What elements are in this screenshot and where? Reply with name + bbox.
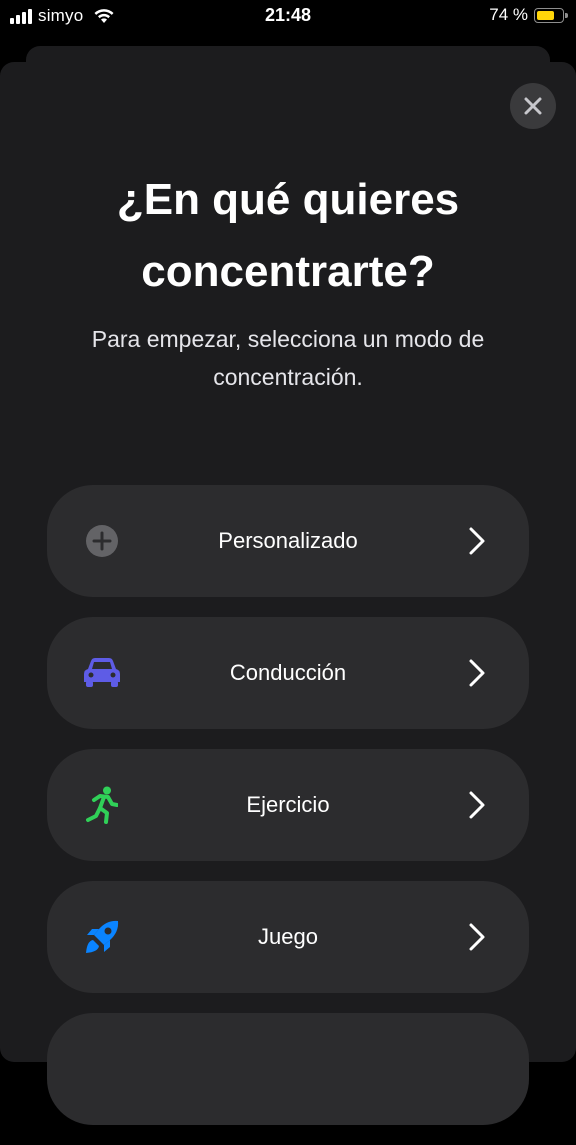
mode-label: Personalizado [218, 528, 358, 553]
chevron-right-icon [469, 659, 485, 687]
battery-percentage: 74 % [489, 5, 528, 24]
mode-label: Conducción [229, 660, 347, 685]
status-right: 74 % [489, 5, 568, 25]
status-bar: simyo 21:48 74 % [0, 0, 576, 34]
chevron-right-icon [469, 527, 485, 555]
subtitle-line-2: concentración. [213, 364, 363, 390]
mode-item-conduccion[interactable]: Conducción [47, 617, 529, 729]
mode-label: Juego [258, 924, 318, 949]
page-subtitle: Para empezar, selecciona un modo de conc… [50, 320, 526, 396]
mode-item-partial[interactable] [47, 1013, 529, 1125]
focus-mode-list: Personalizado Conducción Ejercicio Juego [47, 485, 529, 1145]
mode-item-personalizado[interactable]: Personalizado [47, 485, 529, 597]
chevron-right-icon [469, 923, 485, 951]
mode-label: Ejercicio [246, 792, 330, 817]
chevron-right-icon [469, 791, 485, 819]
battery-level [537, 10, 554, 20]
page-title: ¿En qué quieres concentrarte? [20, 164, 556, 308]
subtitle-line-1: Para empezar, selecciona un modo de [91, 326, 485, 352]
title-line-1: ¿En qué quieres [116, 175, 460, 224]
close-icon [524, 97, 542, 115]
mode-item-ejercicio[interactable]: Ejercicio [47, 749, 529, 861]
close-button[interactable] [510, 83, 556, 129]
title-line-2: concentrarte? [141, 247, 435, 296]
battery-tip [565, 12, 568, 18]
mode-item-juego[interactable]: Juego [47, 881, 529, 993]
battery-icon [534, 7, 568, 23]
